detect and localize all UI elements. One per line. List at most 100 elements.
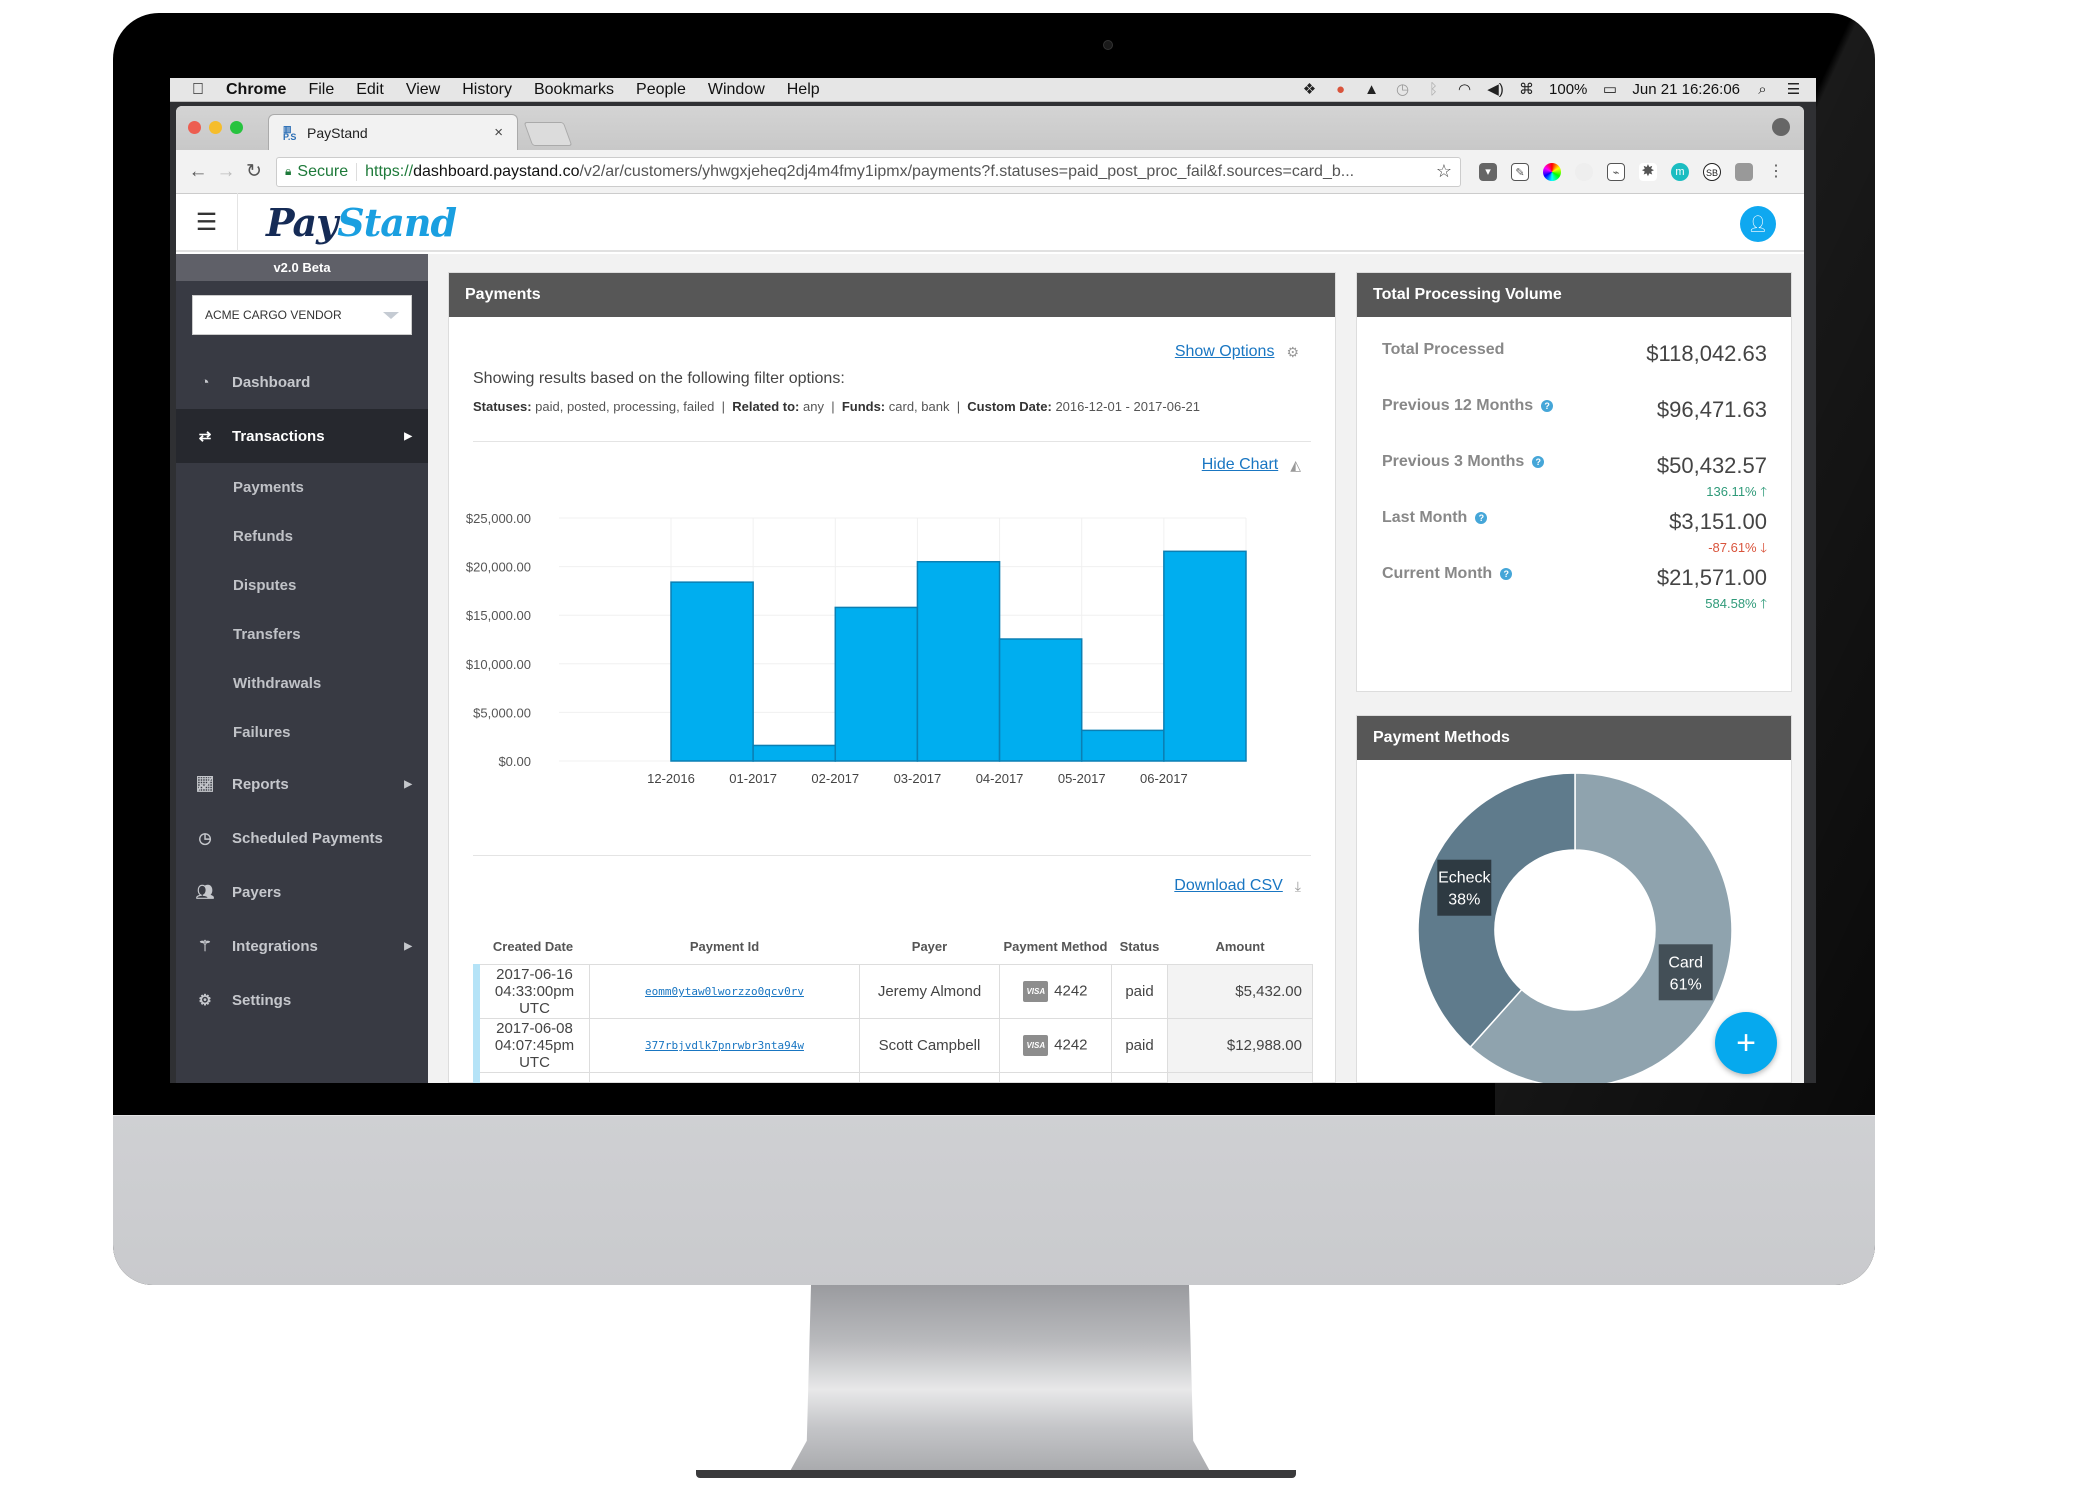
help-icon[interactable]: ? bbox=[1475, 511, 1488, 524]
spotlight-icon[interactable]: ⌕ bbox=[1754, 82, 1771, 97]
download-icon[interactable]: ⤓ bbox=[1295, 878, 1301, 895]
sb-extension-icon[interactable]: SB bbox=[1703, 162, 1721, 181]
google-drive-icon[interactable]: ▲ bbox=[1363, 82, 1380, 97]
sidebar-item-reports[interactable]: 📈︎ Reports ▶ bbox=[176, 757, 428, 811]
sidebar-item-transactions[interactable]: ⇄ Transactions ▶ bbox=[176, 409, 428, 463]
col-amount[interactable]: Amount bbox=[1168, 929, 1313, 964]
show-options-link[interactable]: Show Options bbox=[1175, 343, 1275, 361]
monitor-stand bbox=[790, 1285, 1210, 1472]
menu-edit[interactable]: Edit bbox=[356, 81, 384, 99]
table-row[interactable]: 2017-06-01 bbox=[473, 1071, 1313, 1083]
notification-center-icon[interactable]: ☰ bbox=[1785, 82, 1802, 97]
cast-icon[interactable]: ⌁ bbox=[1607, 162, 1625, 181]
sidebar-item-payments[interactable]: Payments bbox=[176, 463, 428, 512]
menu-view[interactable]: View bbox=[406, 81, 440, 99]
col-payment-method[interactable]: Payment Method bbox=[1000, 929, 1112, 964]
screen:  Chrome File Edit View History Bookmark… bbox=[170, 78, 1816, 1083]
browser-tab[interactable]: ▥ P.S PayStand × bbox=[268, 114, 518, 150]
url-input[interactable]: 🔒︎ Secure https://dashboard.paystand.co/… bbox=[276, 156, 1461, 187]
add-fab-button[interactable]: + bbox=[1715, 1012, 1777, 1074]
download-csv-link[interactable]: Download CSV bbox=[1174, 877, 1283, 895]
sidebar-item-scheduled-payments[interactable]: ◷ Scheduled Payments bbox=[176, 811, 428, 865]
menu-app-name[interactable]: Chrome bbox=[226, 81, 286, 99]
bar-12-2016[interactable] bbox=[670, 581, 754, 762]
col-payer[interactable]: Payer bbox=[860, 929, 1000, 964]
visa-icon: VISA bbox=[1023, 1034, 1049, 1056]
bar-06-2017[interactable] bbox=[1163, 550, 1247, 762]
tab-close-button[interactable]: × bbox=[494, 124, 503, 141]
zoom-window-button[interactable] bbox=[230, 121, 243, 134]
minimize-window-button[interactable] bbox=[209, 121, 222, 134]
dropbox-icon[interactable]: ❖ bbox=[1301, 82, 1318, 97]
payment-id-link[interactable]: eomm0ytaw0lworzzo0qcv0rv bbox=[645, 985, 804, 998]
stat-change: 584.58% 🡑 bbox=[1705, 595, 1767, 617]
sidebar-item-payers[interactable]: 👥︎ Payers bbox=[176, 865, 428, 919]
payer-cell: Jeremy Almond bbox=[859, 963, 1000, 1019]
forward-arrow-icon[interactable]: → bbox=[212, 161, 240, 183]
color-picker-icon[interactable] bbox=[1543, 162, 1561, 181]
monitor-foot bbox=[696, 1470, 1296, 1478]
sidebar-item-disputes[interactable]: Disputes bbox=[176, 561, 428, 610]
menu-history[interactable]: History bbox=[462, 81, 512, 99]
time-machine-icon[interactable]: ◷ bbox=[1394, 82, 1411, 97]
table-row[interactable]: 2017-06-16 04:33:00pm UTC eomm0ytaw0lworzz… bbox=[473, 963, 1313, 1019]
bar-02-2017[interactable] bbox=[834, 606, 919, 762]
shield-extension-icon[interactable] bbox=[1735, 162, 1753, 181]
bookmark-star-icon[interactable]: ☆ bbox=[1436, 161, 1452, 182]
payment-id-link[interactable]: 377rbjvdlk7pnrwbr3nta94w bbox=[645, 1039, 804, 1052]
bar-05-2017[interactable] bbox=[1080, 729, 1165, 762]
m-extension-icon[interactable]: m bbox=[1671, 162, 1689, 181]
apple-icon[interactable]:  bbox=[192, 81, 204, 99]
sidebar-item-transfers[interactable]: Transfers bbox=[176, 610, 428, 659]
stat-label: Last Month? bbox=[1382, 509, 1488, 527]
bluetooth-icon[interactable]: ᛒ bbox=[1425, 82, 1442, 97]
table-row[interactable]: 2017-06-08 04:07:45pm UTC 377rbjvdlk7pnrwb… bbox=[473, 1017, 1313, 1073]
clock[interactable]: Jun 21 16:26:06 bbox=[1632, 81, 1740, 98]
sidebar-item-refunds[interactable]: Refunds bbox=[176, 512, 428, 561]
help-icon[interactable]: ? bbox=[1500, 567, 1513, 580]
menu-file[interactable]: File bbox=[308, 81, 334, 99]
keyboard-icon[interactable]: ⌘ bbox=[1518, 82, 1535, 97]
gears-icon: ⚙ bbox=[198, 992, 212, 1009]
col-created-date[interactable]: Created Date bbox=[477, 929, 590, 964]
sidebar-item-integrations[interactable]: ⚚ Integrations ▶ bbox=[176, 919, 428, 973]
browser-window: ▥ P.S PayStand × ← → ↻ 🔒︎ Secure https://… bbox=[176, 106, 1804, 1083]
note-icon[interactable]: ✎ bbox=[1511, 162, 1529, 181]
gear-icon[interactable]: ⚙ bbox=[1286, 344, 1299, 361]
hamburger-menu-icon[interactable]: ☰ bbox=[176, 193, 238, 251]
menu-people[interactable]: People bbox=[636, 81, 686, 99]
close-window-button[interactable] bbox=[188, 121, 201, 134]
sidebar-item-failures[interactable]: Failures bbox=[176, 708, 428, 757]
area-chart-icon[interactable]: ◭ bbox=[1290, 457, 1301, 474]
new-tab-button[interactable] bbox=[523, 122, 573, 146]
wifi-icon[interactable]: ◠ bbox=[1456, 82, 1473, 97]
volume-icon[interactable]: ◀) bbox=[1487, 82, 1504, 97]
bar-03-2017[interactable] bbox=[916, 560, 1001, 762]
back-arrow-icon[interactable]: ← bbox=[184, 161, 212, 183]
vendor-select[interactable]: ACME CARGO VENDOR bbox=[192, 295, 412, 335]
bar-04-2017[interactable] bbox=[998, 638, 1083, 762]
menu-help[interactable]: Help bbox=[787, 81, 820, 99]
bar-01-2017[interactable] bbox=[752, 744, 837, 762]
sidebar-item-settings[interactable]: ⚙ Settings bbox=[176, 973, 428, 1027]
profile-icon[interactable] bbox=[1772, 118, 1790, 136]
reload-icon[interactable]: ↻ bbox=[240, 160, 268, 183]
chrome-menu-icon[interactable]: ⋮ bbox=[1767, 163, 1785, 181]
menu-bookmarks[interactable]: Bookmarks bbox=[534, 81, 614, 99]
pocket-icon[interactable]: ▾ bbox=[1479, 162, 1497, 181]
paystand-logo[interactable]: PayStand bbox=[266, 200, 457, 245]
col-status[interactable]: Status bbox=[1112, 929, 1168, 964]
sidebar-item-dashboard[interactable]: ◔ Dashboard bbox=[176, 355, 428, 409]
extension-icon[interactable]: ● bbox=[1332, 82, 1349, 97]
extension-ghost-icon[interactable] bbox=[1575, 162, 1593, 181]
hide-chart-link[interactable]: Hide Chart bbox=[1202, 456, 1278, 474]
sidebar-item-withdrawals[interactable]: Withdrawals bbox=[176, 659, 428, 708]
help-icon[interactable]: ? bbox=[1541, 399, 1554, 412]
bug-icon[interactable]: ✸ bbox=[1639, 162, 1657, 181]
caret-right-icon: ▶ bbox=[404, 940, 412, 952]
user-avatar-button[interactable]: 👤︎ bbox=[1740, 206, 1776, 242]
battery-icon[interactable]: ▭ bbox=[1601, 82, 1618, 97]
menu-window[interactable]: Window bbox=[708, 81, 765, 99]
help-icon[interactable]: ? bbox=[1532, 455, 1545, 468]
col-payment-id[interactable]: Payment Id bbox=[590, 929, 860, 964]
